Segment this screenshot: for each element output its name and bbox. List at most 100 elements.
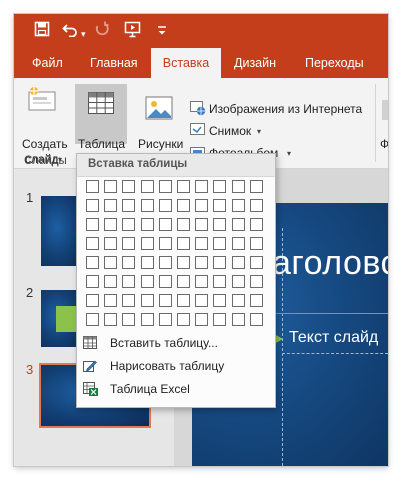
table-grid-cell[interactable] <box>231 180 245 193</box>
table-grid-cell[interactable] <box>177 256 190 269</box>
table-grid-cell[interactable] <box>231 294 245 307</box>
table-grid-cell[interactable] <box>231 313 245 326</box>
table-grid-cell[interactable] <box>213 275 227 288</box>
table-grid-cell[interactable] <box>86 218 99 231</box>
table-grid-cell[interactable] <box>158 237 172 250</box>
tab-insert[interactable]: Вставка <box>151 48 221 78</box>
table-grid-cell[interactable] <box>140 256 154 269</box>
table-grid-cell[interactable] <box>140 199 154 212</box>
table-grid-cell[interactable] <box>158 256 172 269</box>
table-grid-cell[interactable] <box>249 313 263 326</box>
table-grid-cell[interactable] <box>177 199 190 212</box>
table-grid-cell[interactable] <box>140 180 154 193</box>
slide-number: 2 <box>26 285 34 300</box>
table-grid-cell[interactable] <box>231 256 245 269</box>
table-grid-cell[interactable] <box>213 294 227 307</box>
table-grid-cell[interactable] <box>86 275 99 288</box>
table-grid-cell[interactable] <box>122 218 136 231</box>
start-from-beginning-icon[interactable] <box>124 21 142 44</box>
insert-table-menu-item[interactable]: Вставить таблицу... <box>77 332 275 354</box>
tab-design[interactable]: Дизайн <box>234 48 276 78</box>
undo-icon[interactable] <box>62 21 78 43</box>
table-grid-cell[interactable] <box>158 294 172 307</box>
table-button[interactable]: Таблица ▾ <box>75 84 127 164</box>
table-grid-cell[interactable] <box>249 275 263 288</box>
customize-toolbar-icon[interactable] <box>157 20 167 45</box>
table-grid-cell[interactable] <box>158 275 172 288</box>
table-grid-cell[interactable] <box>122 180 136 193</box>
table-grid-cell[interactable] <box>195 180 209 193</box>
table-grid-cell[interactable] <box>122 313 136 326</box>
table-grid-cell[interactable] <box>104 180 118 193</box>
table-grid-cell[interactable] <box>249 218 263 231</box>
slide-thumbnail-2[interactable] <box>41 290 81 347</box>
table-grid-cell[interactable] <box>122 256 136 269</box>
save-icon[interactable] <box>34 21 50 43</box>
table-grid-cell[interactable] <box>140 275 154 288</box>
table-grid-cell[interactable] <box>231 237 245 250</box>
tab-home[interactable]: Главная <box>90 48 138 78</box>
table-grid-cell[interactable] <box>104 294 118 307</box>
table-grid-cell[interactable] <box>86 256 99 269</box>
undo-dropdown-icon[interactable]: ▾ <box>81 24 86 44</box>
slide-body-text[interactable]: Текст слайд <box>289 329 378 347</box>
table-grid-cell[interactable] <box>177 313 190 326</box>
table-grid-cell[interactable] <box>86 294 99 307</box>
table-grid-cell[interactable] <box>249 256 263 269</box>
table-grid-cell[interactable] <box>104 237 118 250</box>
screenshot-icon <box>190 123 206 141</box>
table-grid-cell[interactable] <box>231 275 245 288</box>
table-grid-cell[interactable] <box>213 199 227 212</box>
tab-transitions[interactable]: Переходы <box>305 48 364 78</box>
table-grid-cell[interactable] <box>195 199 209 212</box>
table-grid-cell[interactable] <box>249 180 263 193</box>
table-grid-cell[interactable] <box>195 294 209 307</box>
table-grid-cell[interactable] <box>140 237 154 250</box>
excel-table-menu-item[interactable]: Таблица Excel <box>77 378 275 400</box>
table-grid-cell[interactable] <box>213 313 227 326</box>
table-grid-cell[interactable] <box>249 199 263 212</box>
table-grid-cell[interactable] <box>158 218 172 231</box>
table-grid-cell[interactable] <box>104 199 118 212</box>
table-grid-cell[interactable] <box>104 275 118 288</box>
table-grid-cell[interactable] <box>158 180 172 193</box>
table-grid-cell[interactable] <box>177 218 190 231</box>
table-grid-cell[interactable] <box>213 218 227 231</box>
table-grid-cell[interactable] <box>195 218 209 231</box>
table-grid-cell[interactable] <box>249 294 263 307</box>
table-grid-cell[interactable] <box>177 180 190 193</box>
slide-title[interactable]: аголовс <box>272 244 388 283</box>
table-grid-cell[interactable] <box>231 218 245 231</box>
table-grid-cell[interactable] <box>195 275 209 288</box>
table-grid-cell[interactable] <box>158 313 172 326</box>
tab-file[interactable]: Файл <box>32 48 63 78</box>
table-grid-cell[interactable] <box>177 294 190 307</box>
table-grid-cell[interactable] <box>140 313 154 326</box>
table-grid-cell[interactable] <box>140 294 154 307</box>
table-grid-cell[interactable] <box>213 256 227 269</box>
table-grid-cell[interactable] <box>122 294 136 307</box>
table-grid-cell[interactable] <box>104 256 118 269</box>
table-grid-cell[interactable] <box>122 275 136 288</box>
table-grid-cell[interactable] <box>195 256 209 269</box>
table-grid-cell[interactable] <box>213 180 227 193</box>
table-grid-cell[interactable] <box>177 275 190 288</box>
table-grid-cell[interactable] <box>195 313 209 326</box>
table-grid-cell[interactable] <box>177 237 190 250</box>
table-grid-cell[interactable] <box>140 218 154 231</box>
table-grid-cell[interactable] <box>158 199 172 212</box>
table-grid-cell[interactable] <box>122 199 136 212</box>
table-grid-cell[interactable] <box>86 313 99 326</box>
slide-thumbnail-1[interactable] <box>41 196 81 266</box>
table-grid-cell[interactable] <box>231 199 245 212</box>
table-grid-cell[interactable] <box>249 237 263 250</box>
table-grid-cell[interactable] <box>195 237 209 250</box>
table-grid-cell[interactable] <box>122 237 136 250</box>
table-grid-cell[interactable] <box>86 199 99 212</box>
table-grid-cell[interactable] <box>86 180 99 193</box>
table-grid-cell[interactable] <box>213 237 227 250</box>
draw-table-menu-item[interactable]: Нарисовать таблицу <box>77 355 275 377</box>
table-grid-cell[interactable] <box>104 313 118 326</box>
table-grid-cell[interactable] <box>86 237 99 250</box>
table-grid-cell[interactable] <box>104 218 118 231</box>
